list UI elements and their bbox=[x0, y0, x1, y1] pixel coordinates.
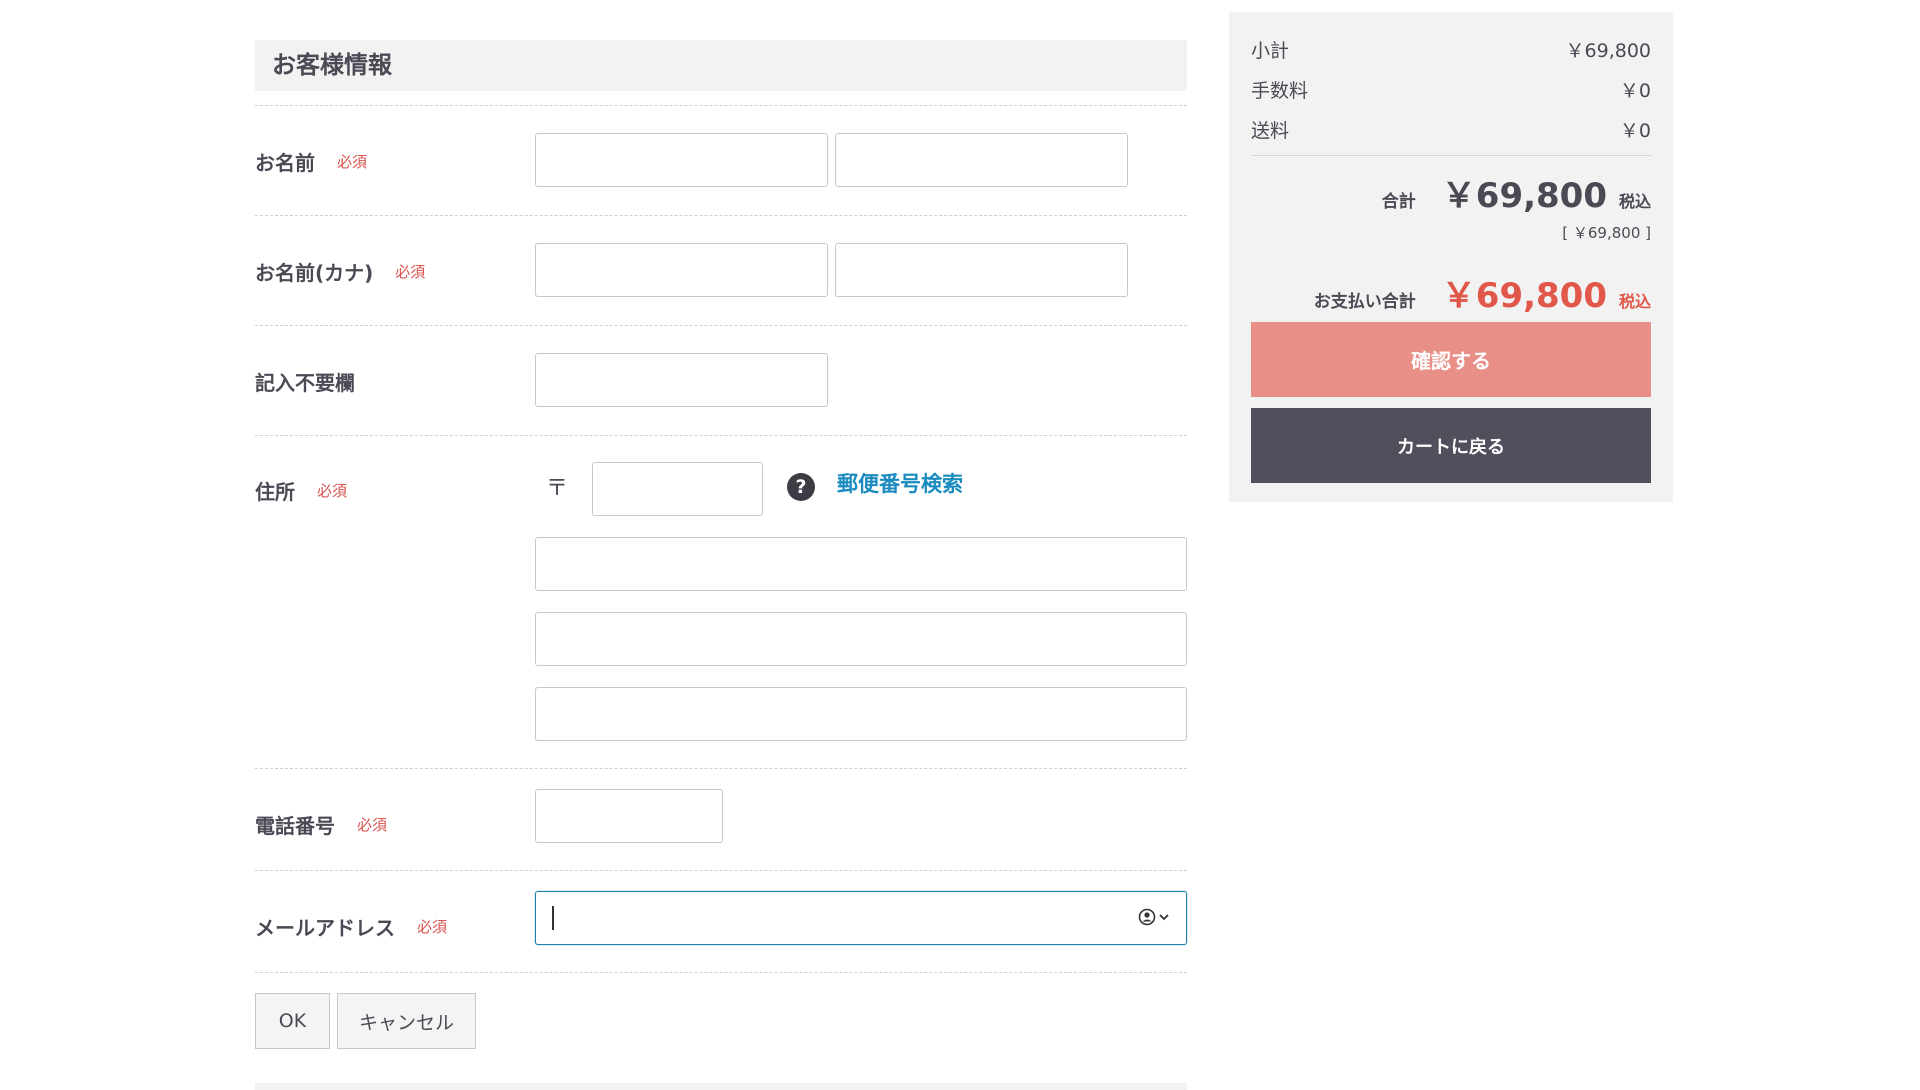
unused-input[interactable] bbox=[535, 353, 828, 407]
payment-row: お支払い合計 ￥69,800 税込 bbox=[1314, 268, 1651, 317]
next-section-edge bbox=[255, 1083, 1187, 1090]
tax-label: 税込 bbox=[1618, 292, 1651, 311]
phone-label: 電話番号 bbox=[255, 814, 335, 838]
required-badge: 必須 bbox=[395, 263, 426, 281]
email-label-row: メールアドレス 必須 bbox=[255, 912, 447, 941]
tax-label: 税込 bbox=[1618, 192, 1651, 211]
required-badge: 必須 bbox=[317, 482, 348, 500]
email-input[interactable] bbox=[535, 891, 1187, 945]
kana-label: お名前(カナ) bbox=[255, 261, 374, 285]
shipping-value: ￥0 bbox=[1619, 120, 1651, 142]
payment-value: ￥69,800 bbox=[1441, 276, 1607, 316]
divider bbox=[255, 105, 1187, 106]
address-line2-input[interactable] bbox=[535, 612, 1187, 666]
chevron-down-icon bbox=[1159, 914, 1169, 921]
divider bbox=[255, 870, 1187, 871]
divider bbox=[255, 435, 1187, 436]
phone-input[interactable] bbox=[535, 789, 723, 843]
required-badge: 必須 bbox=[357, 816, 388, 834]
divider bbox=[255, 768, 1187, 769]
checkout-page: お客様情報 お名前 必須 お名前(カナ) 必須 記入不要欄 住所 必須 〒 ? … bbox=[0, 0, 1920, 1090]
subtotal-row: 小計 ￥69,800 bbox=[1251, 36, 1651, 63]
address-label-row: 住所 必須 bbox=[255, 476, 347, 505]
total-row: 合計 ￥69,800 税込 bbox=[1382, 168, 1651, 217]
fee-row: 手数料 ￥0 bbox=[1251, 76, 1651, 103]
total-value: ￥69,800 bbox=[1441, 176, 1607, 216]
first-name-input[interactable] bbox=[835, 133, 1128, 187]
confirm-button[interactable]: 確認する bbox=[1251, 322, 1651, 397]
unused-label-row: 記入不要欄 bbox=[255, 367, 355, 396]
ok-button[interactable]: OK bbox=[255, 993, 330, 1049]
name-label-row: お名前 必須 bbox=[255, 147, 367, 176]
address-line3-input[interactable] bbox=[535, 687, 1187, 741]
postal-mark: 〒 bbox=[546, 476, 569, 501]
fee-value: ￥0 bbox=[1619, 80, 1651, 102]
name-label: お名前 bbox=[255, 151, 315, 175]
total-sub-value: [ ￥69,800 ] bbox=[1562, 224, 1651, 242]
divider bbox=[255, 215, 1187, 216]
shipping-row: 送料 ￥0 bbox=[1251, 116, 1651, 143]
subtotal-value: ￥69,800 bbox=[1565, 40, 1651, 62]
last-name-kana-input[interactable] bbox=[535, 243, 828, 297]
address-label: 住所 bbox=[255, 480, 295, 504]
last-name-input[interactable] bbox=[535, 133, 828, 187]
autofill-contact-icon bbox=[1138, 908, 1156, 926]
shipping-label: 送料 bbox=[1251, 120, 1290, 142]
unused-label: 記入不要欄 bbox=[255, 371, 355, 395]
required-badge: 必須 bbox=[337, 153, 368, 171]
divider bbox=[255, 325, 1187, 326]
summary-divider bbox=[1251, 155, 1651, 156]
zip-search-link[interactable]: 郵便番号検索 bbox=[837, 468, 963, 498]
subtotal-label: 小計 bbox=[1251, 40, 1290, 62]
payment-label: お支払い合計 bbox=[1313, 292, 1416, 312]
autofill-button[interactable] bbox=[1138, 908, 1170, 926]
divider bbox=[255, 972, 1187, 973]
total-label: 合計 bbox=[1381, 192, 1416, 212]
first-name-kana-input[interactable] bbox=[835, 243, 1128, 297]
section-title: お客様情報 bbox=[255, 40, 1187, 91]
address-line1-input[interactable] bbox=[535, 537, 1187, 591]
cancel-button[interactable]: キャンセル bbox=[337, 993, 476, 1049]
text-caret bbox=[552, 906, 554, 930]
help-icon[interactable]: ? bbox=[787, 473, 815, 501]
back-to-cart-button[interactable]: カートに戻る bbox=[1251, 408, 1651, 483]
zip-code-input[interactable] bbox=[592, 462, 763, 516]
phone-label-row: 電話番号 必須 bbox=[255, 810, 387, 839]
order-summary: 小計 ￥69,800 手数料 ￥0 送料 ￥0 合計 ￥69,800 税込 [ … bbox=[1229, 12, 1673, 502]
kana-label-row: お名前(カナ) 必須 bbox=[255, 257, 425, 286]
required-badge: 必須 bbox=[417, 918, 448, 936]
email-label: メールアドレス bbox=[255, 916, 395, 940]
fee-label: 手数料 bbox=[1251, 80, 1309, 102]
